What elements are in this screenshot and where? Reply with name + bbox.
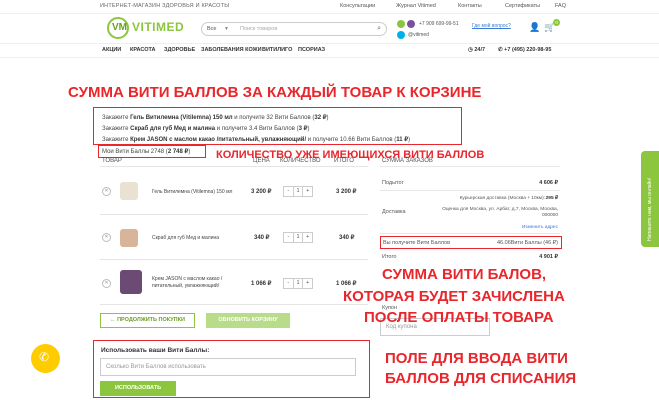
row-total: 340 ₽	[339, 235, 355, 241]
phone-icon: ✆	[39, 350, 50, 364]
annotation-points-input: ПОЛЕ ДЛЯ ВВОДА ВИТИ	[385, 350, 568, 367]
logo-text[interactable]: VITIMED	[132, 20, 184, 34]
increment-button[interactable]: +	[303, 233, 312, 242]
divider	[100, 259, 368, 260]
total-value: 4 901 ₽	[539, 254, 558, 260]
product-price: 3 200 ₽	[251, 189, 272, 195]
chevron-down-icon: ▼	[224, 26, 229, 32]
product-price: 340 ₽	[254, 235, 270, 241]
skype-icon	[397, 31, 405, 39]
chat-side-tab[interactable]: Напишите нам, мы онлайн!	[641, 151, 659, 247]
increment-button[interactable]: +	[303, 279, 312, 288]
delivery-estimate: Оценка для Москва, ул. Арбат, д.7, Москв…	[442, 207, 558, 218]
update-cart-button[interactable]: ОБНОВИТЬ КОРЗИНУ	[206, 313, 290, 328]
decrement-button[interactable]: -	[284, 187, 294, 196]
courier-delivery[interactable]: Курьерская доставка (Москва + 10км):	[425, 196, 545, 201]
viber-icon	[407, 20, 415, 28]
product-name[interactable]: Крем JASON с маслом какао / питательный,…	[152, 276, 238, 290]
link-faq[interactable]: FAQ	[555, 3, 566, 9]
row-total: 1 066 ₽	[336, 281, 357, 287]
decrement-button[interactable]: -	[284, 279, 294, 288]
product-name[interactable]: Скраб для губ Мед и малина	[152, 235, 219, 241]
quantity-value[interactable]: 1	[294, 187, 304, 196]
quantity-stepper[interactable]: -1 +	[283, 186, 313, 197]
main-nav	[0, 43, 659, 58]
col-header-total: ИТОГО	[334, 158, 354, 164]
logo-mark[interactable]: VM	[107, 17, 129, 39]
points-input[interactable]: Сколько Вити Баллов использовать	[100, 358, 356, 376]
nav-item-psoriasis[interactable]: ПСОРИАЗ	[298, 47, 325, 53]
points-balance: Мои Вити Баллы 2748 (2 748 ₽)	[102, 149, 191, 155]
summary-title: СУММА ЗАКАЗОВ	[382, 158, 433, 164]
link-contacts[interactable]: Контакты	[458, 3, 482, 9]
link-certificates[interactable]: Сертификаты	[505, 3, 540, 9]
phone-number-2[interactable]: ✆ +7 (495) 220-98-95	[498, 47, 551, 53]
subtotal-label: Подытог	[382, 180, 404, 186]
ask-question-link[interactable]: Где мой вопрос?	[472, 23, 511, 29]
nav-item-beauty[interactable]: КРАСОТА	[130, 47, 155, 53]
use-points-button[interactable]: ИСПОЛЬЗОВАТЬ	[100, 381, 176, 396]
account-icon[interactable]: 👤	[529, 22, 540, 33]
product-price: 1 066 ₽	[251, 281, 272, 287]
divider	[100, 214, 368, 215]
annotation-points-per-item: СУММА ВИТИ БАЛЛОВ ЗА КАЖДЫЙ ТОВАР К КОРЗ…	[68, 84, 482, 101]
continue-shopping-button[interactable]: ← ПРОДОЛЖИТЬ ПОКУПКИ	[100, 313, 195, 328]
earned-points-value: 46.06Вити Баллы (46 ₽)	[497, 240, 558, 246]
search-icon[interactable]: ⌕	[377, 25, 381, 33]
total-label: Итого	[382, 254, 397, 260]
store-tagline: ИНТЕРНЕТ-МАГАЗИН ЗДОРОВЬЯ И КРАСОТЫ	[100, 3, 230, 9]
phone-number[interactable]: +7 909 699-99-51	[419, 21, 459, 27]
col-header-quantity: КОЛИЧЕСТВО	[280, 158, 321, 164]
col-header-price: ЦЕНА	[253, 158, 270, 164]
nav-item-health[interactable]: ЗДОРОВЬЕ	[164, 47, 195, 53]
offer-line: Закажите Скраб для губ Мед и малина и по…	[102, 126, 310, 132]
chat-tab-label: Напишите нам, мы онлайн!	[647, 177, 653, 241]
search-bar[interactable]: Все ▼ Поиск товаров ⌕	[201, 22, 387, 36]
divider	[100, 166, 368, 167]
nav-item-sales[interactable]: АКЦИИ	[102, 47, 121, 53]
remove-item-button[interactable]: ✕	[102, 187, 111, 196]
annotation-earned-points: ПОСЛЕ ОПЛАТЫ ТОВАРА	[364, 309, 554, 326]
search-category-select[interactable]: Все	[207, 26, 216, 32]
col-header-product: ТОВАР	[102, 158, 122, 164]
cart-count-badge: 0	[553, 19, 560, 26]
increment-button[interactable]: +	[303, 187, 312, 196]
nav-item-skin-diseases[interactable]: ЗАБОЛЕВАНИЯ КОЖИ	[201, 47, 262, 53]
divider	[380, 166, 560, 167]
skype-handle[interactable]: @vitimed	[408, 32, 429, 38]
annotation-earned-points: СУММА ВИТИ БАЛОВ,	[382, 266, 547, 283]
product-thumbnail[interactable]	[120, 270, 142, 294]
delivery-label: Доставка	[382, 209, 406, 215]
search-input[interactable]: Поиск товаров	[240, 26, 277, 32]
product-thumbnail[interactable]	[120, 182, 138, 200]
link-journal[interactable]: Журнал Vitimed	[396, 3, 436, 9]
link-consultations[interactable]: Консультации	[340, 3, 375, 9]
courier-price: 295 ₽	[545, 196, 558, 201]
quantity-value[interactable]: 1	[294, 233, 304, 242]
row-total: 3 200 ₽	[336, 189, 357, 195]
phone-icon	[397, 20, 405, 28]
annotation-earned-points: КОТОРАЯ БУДЕТ ЗАЧИСЛЕНА	[343, 288, 565, 305]
remove-item-button[interactable]: ✕	[102, 279, 111, 288]
remove-item-button[interactable]: ✕	[102, 233, 111, 242]
points-form-label: Использовать ваши Вити Баллы:	[101, 347, 210, 354]
annotation-points-input: БАЛЛОВ ДЛЯ СПИСАНИЯ	[385, 370, 577, 387]
callback-button[interactable]: ✆	[31, 344, 60, 373]
hours-label: ◷ 24/7	[468, 47, 486, 53]
change-address-link[interactable]: Изменить адрес	[500, 225, 558, 230]
quantity-stepper[interactable]: -1 +	[283, 278, 313, 289]
subtotal-value: 4 606 ₽	[539, 180, 558, 186]
divider	[380, 233, 560, 234]
earned-points-label: Вы получите Вити Баллов	[383, 240, 450, 246]
decrement-button[interactable]: -	[284, 233, 294, 242]
quantity-stepper[interactable]: -1 +	[283, 232, 313, 243]
divider	[380, 190, 560, 191]
product-name[interactable]: Гель Витилемна (Vitilemna) 150 мл	[152, 189, 232, 195]
divider	[100, 304, 368, 305]
quantity-value[interactable]: 1	[294, 279, 304, 288]
product-thumbnail[interactable]	[120, 229, 138, 247]
offer-line: Закажите Крем JASON с маслом какао /пита…	[102, 137, 411, 143]
offer-line: Закажите Гель Витилемна (Vitilemna) 150 …	[102, 115, 329, 121]
nav-item-vitiligo[interactable]: ВИТИЛИГО	[262, 47, 292, 53]
